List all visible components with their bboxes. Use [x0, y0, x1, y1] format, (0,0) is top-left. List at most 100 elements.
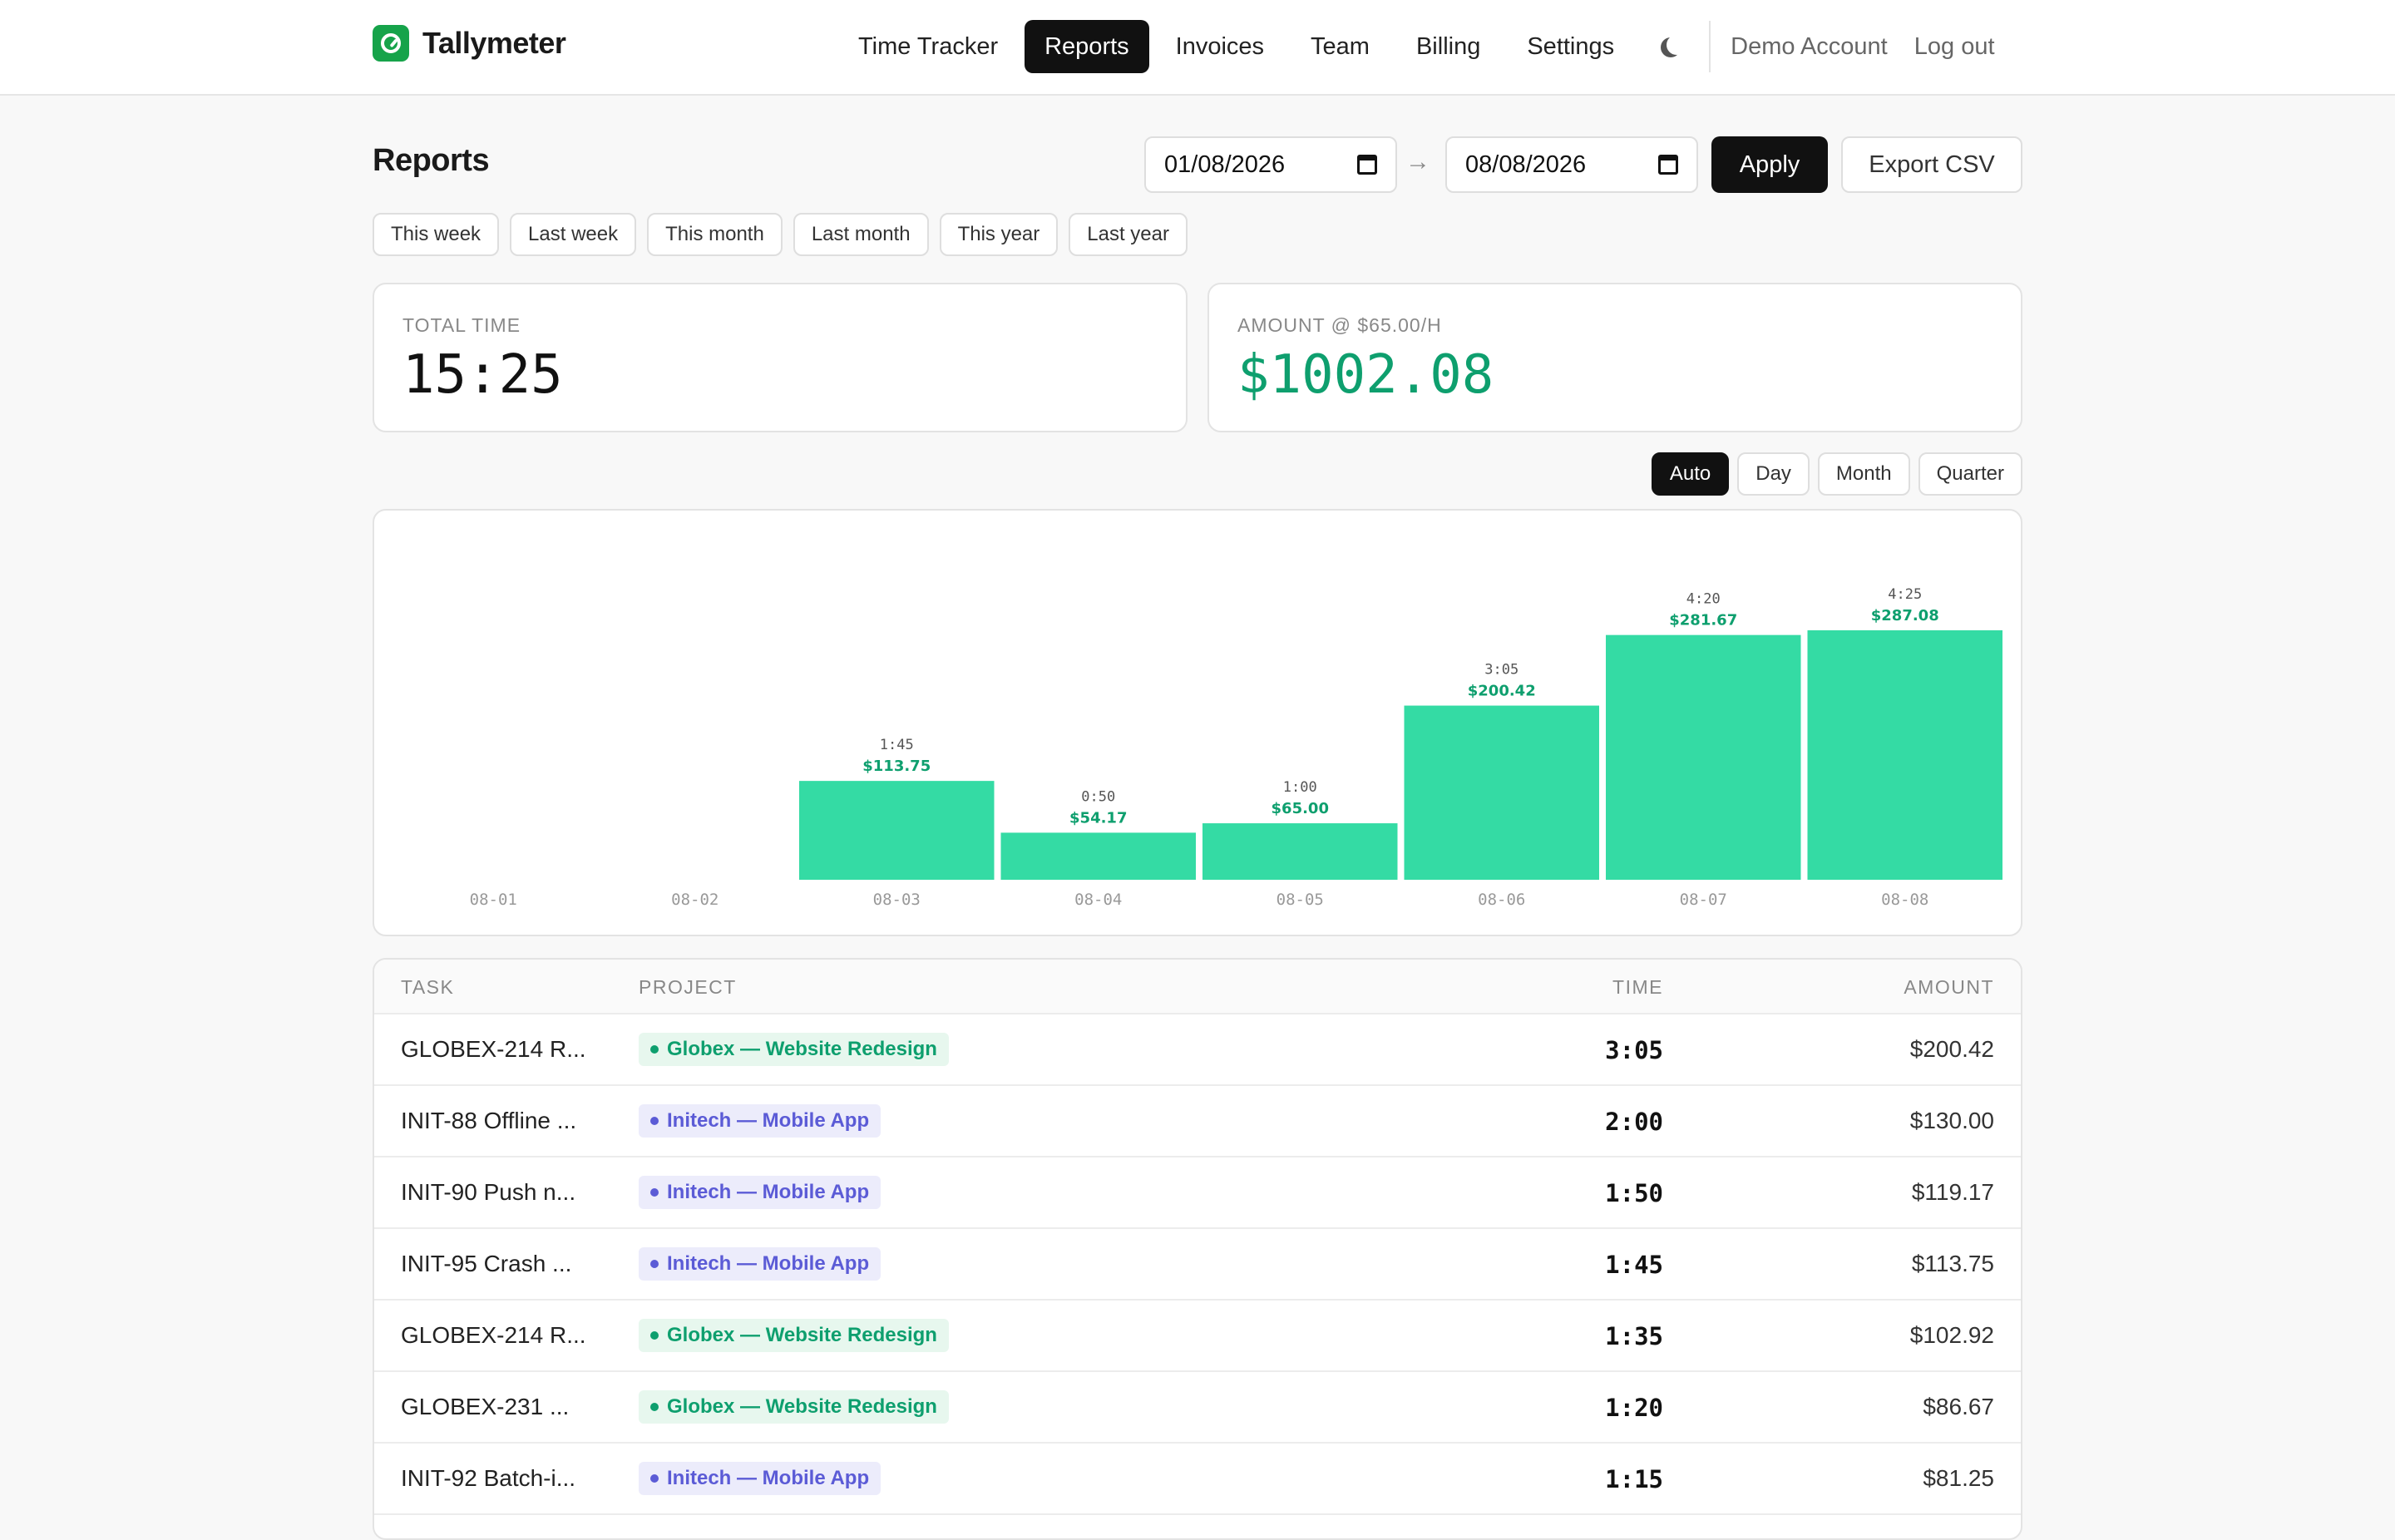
header-time[interactable]: TIME [1612, 976, 1663, 999]
preset-last-week[interactable]: Last week [510, 213, 637, 256]
chart-bar-08-06[interactable] [1404, 705, 1600, 880]
chart-bar-08-03[interactable] [799, 781, 995, 880]
project-pill: Globex — Website Redesign [639, 1319, 949, 1352]
tasks-table: TASK PROJECT TIME AMOUNT GLOBEX-214 R...… [373, 958, 2022, 1540]
chart-bar-08-08[interactable] [1807, 630, 2003, 880]
app-name: Tallymeter [422, 26, 566, 60]
granularity-month[interactable]: Month [1817, 452, 1910, 496]
nav-invoices[interactable]: Invoices [1156, 20, 1284, 73]
preset-last-year[interactable]: Last year [1069, 213, 1188, 256]
nav-time-tracker[interactable]: Time Tracker [838, 20, 1018, 73]
chart-amount-label: $200.42 [1468, 683, 1536, 700]
account-name[interactable]: Demo Account [1717, 33, 1901, 61]
nav-reports[interactable]: Reports [1025, 20, 1149, 73]
table-row[interactable]: GLOBEX-231 ... Globex — Website Redesign… [374, 1372, 2021, 1444]
granularity-auto[interactable]: Auto [1651, 452, 1730, 496]
task-amount: $119.17 [1911, 1179, 1994, 1205]
project-name: Globex — Website Redesign [667, 1395, 937, 1418]
task-time: 3:05 [1605, 1036, 1663, 1064]
task-amount: $86.67 [1923, 1394, 1994, 1419]
date-from-input[interactable]: 01/08/2026 [1144, 136, 1397, 193]
total-time-card: TOTAL TIME 15:25 [373, 283, 1188, 432]
calendar-icon[interactable] [1658, 155, 1678, 175]
preset-this-week[interactable]: This week [373, 213, 500, 256]
chart-time-label: 0:50 [1081, 788, 1115, 805]
project-name: Globex — Website Redesign [667, 1038, 937, 1060]
amount-label: AMOUNT @ $65.00/H [1237, 314, 1442, 336]
chart-time-label: 4:20 [1686, 591, 1721, 608]
granularity-quarter[interactable]: Quarter [1918, 452, 2022, 496]
project-dot-icon [650, 1188, 659, 1197]
chart-bar-08-07[interactable] [1606, 634, 1801, 880]
project-pill: Initech — Mobile App [639, 1247, 881, 1281]
header-task[interactable]: TASK [401, 976, 454, 999]
preset-this-month[interactable]: This month [647, 213, 783, 256]
nav-team[interactable]: Team [1291, 20, 1390, 73]
project-name: Initech — Mobile App [667, 1467, 870, 1489]
preset-last-month[interactable]: Last month [793, 213, 929, 256]
date-to-value: 08/08/2026 [1465, 151, 1587, 178]
main-nav: Time Tracker Reports Invoices Team Billi… [838, 20, 2008, 73]
page-title: Reports [373, 143, 490, 178]
chart-time-label: 3:05 [1484, 662, 1518, 679]
table-row[interactable]: INIT-95 Crash ... Initech — Mobile App 1… [374, 1229, 2021, 1301]
project-pill: Globex — Website Redesign [639, 1033, 949, 1066]
granularity-toggle: Auto Day Month Quarter [1643, 452, 2022, 496]
total-time-label: TOTAL TIME [402, 314, 521, 336]
header-amount[interactable]: AMOUNT [1904, 976, 1994, 999]
project-pill: Initech — Mobile App [639, 1104, 881, 1138]
arrow-right-icon: → [1405, 148, 1430, 175]
project-dot-icon [650, 1474, 659, 1483]
export-csv-button[interactable]: Export CSV [1841, 136, 2022, 193]
top-nav-bar: Tallymeter Time Tracker Reports Invoices… [0, 0, 2395, 96]
moon-icon [1667, 35, 1686, 55]
project-name: Globex — Website Redesign [667, 1324, 937, 1346]
table-row[interactable]: GLOBEX-214 R... Globex — Website Redesig… [374, 1014, 2021, 1086]
chart-bar-08-05[interactable] [1202, 823, 1398, 880]
table-row[interactable]: INIT-88 Offline ... Initech — Mobile App… [374, 1086, 2021, 1157]
stopwatch-logo-icon [373, 25, 409, 62]
preset-this-year[interactable]: This year [939, 213, 1059, 256]
date-from-value: 01/08/2026 [1164, 151, 1286, 178]
x-tick-label: 08-03 [873, 891, 921, 909]
task-name: GLOBEX-214 R... [401, 1036, 586, 1062]
table-row[interactable]: GLOBEX-214 R... Globex — Website Redesig… [374, 1301, 2021, 1372]
logout-link[interactable]: Log out [1901, 33, 2008, 61]
nav-divider [1709, 21, 1711, 72]
nav-billing[interactable]: Billing [1396, 20, 1500, 73]
header-project[interactable]: PROJECT [639, 976, 737, 999]
apply-button[interactable]: Apply [1711, 136, 1828, 193]
amount-card: AMOUNT @ $65.00/H $1002.08 [1207, 283, 2022, 432]
brand[interactable]: Tallymeter [373, 23, 566, 63]
task-time: 1:15 [1605, 1465, 1663, 1493]
chart-amount-label: $113.75 [862, 758, 931, 775]
task-time: 1:35 [1605, 1322, 1663, 1350]
chart-amount-label: $54.17 [1069, 809, 1127, 827]
granularity-day[interactable]: Day [1737, 452, 1810, 496]
task-name: INIT-92 Batch-i... [401, 1465, 576, 1491]
date-to-input[interactable]: 08/08/2026 [1445, 136, 1698, 193]
task-time: 1:45 [1605, 1251, 1663, 1279]
chart-time-label: 1:45 [880, 737, 914, 753]
task-name: GLOBEX-214 R... [401, 1322, 586, 1348]
table-row[interactable]: INIT-92 Batch-i... Initech — Mobile App … [374, 1444, 2021, 1515]
task-name: GLOBEX-231 ... [401, 1394, 570, 1419]
theme-toggle-button[interactable] [1647, 23, 1694, 70]
project-dot-icon [650, 1117, 659, 1125]
x-tick-label: 08-04 [1074, 891, 1122, 909]
table-header: TASK PROJECT TIME AMOUNT [374, 960, 2021, 1014]
project-pill: Initech — Mobile App [639, 1462, 881, 1495]
task-amount: $200.42 [1909, 1036, 1994, 1062]
task-name: INIT-88 Offline ... [401, 1108, 577, 1133]
table-row[interactable]: INIT-90 Push n... Initech — Mobile App 1… [374, 1157, 2021, 1229]
task-time: 1:50 [1605, 1179, 1663, 1207]
task-name: INIT-95 Crash ... [401, 1251, 572, 1276]
project-dot-icon [650, 1260, 659, 1268]
chart-amount-label: $281.67 [1669, 612, 1737, 629]
calendar-icon[interactable] [1357, 155, 1377, 175]
chart-bar-08-04[interactable] [1000, 832, 1197, 880]
nav-settings[interactable]: Settings [1507, 20, 1634, 73]
x-tick-label: 08-05 [1277, 891, 1324, 909]
chart-card: 08-01 08-02 $113.75 1:45 08-03 $54.17 0:50 08-0… [373, 509, 2022, 936]
chart-amount-label: $287.08 [1871, 607, 1939, 624]
